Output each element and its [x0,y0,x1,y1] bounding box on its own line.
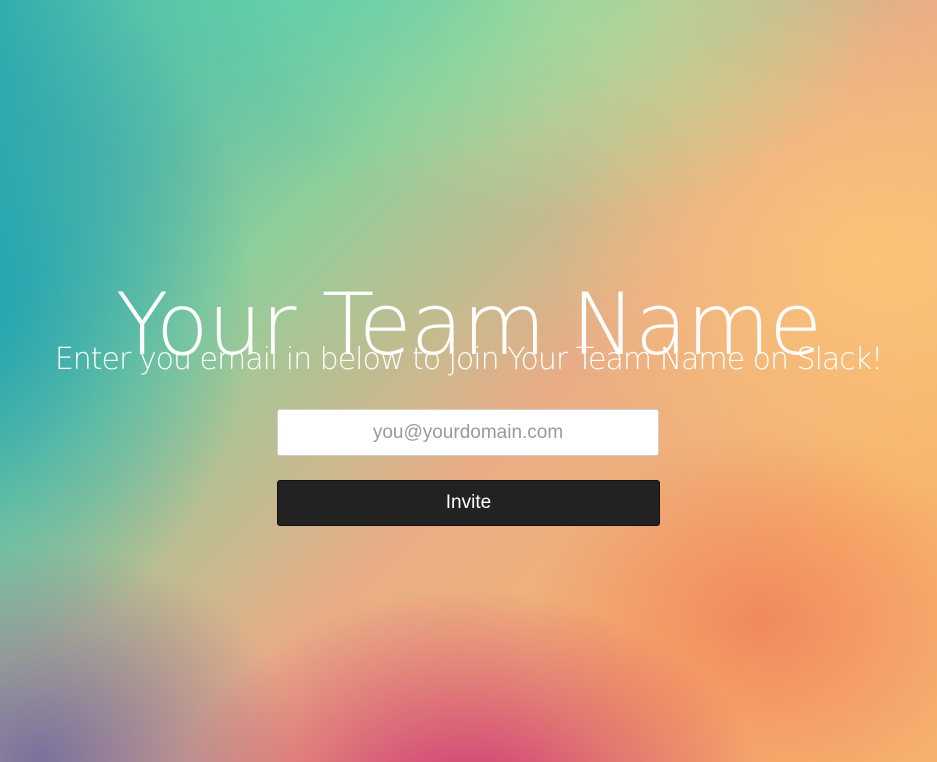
email-input[interactable] [277,409,659,456]
invite-button[interactable]: Invite [277,480,660,526]
page-subtitle: Enter you email in below to join Your Te… [54,342,883,377]
signup-panel: Your Team Name Enter you email in below … [0,0,937,762]
